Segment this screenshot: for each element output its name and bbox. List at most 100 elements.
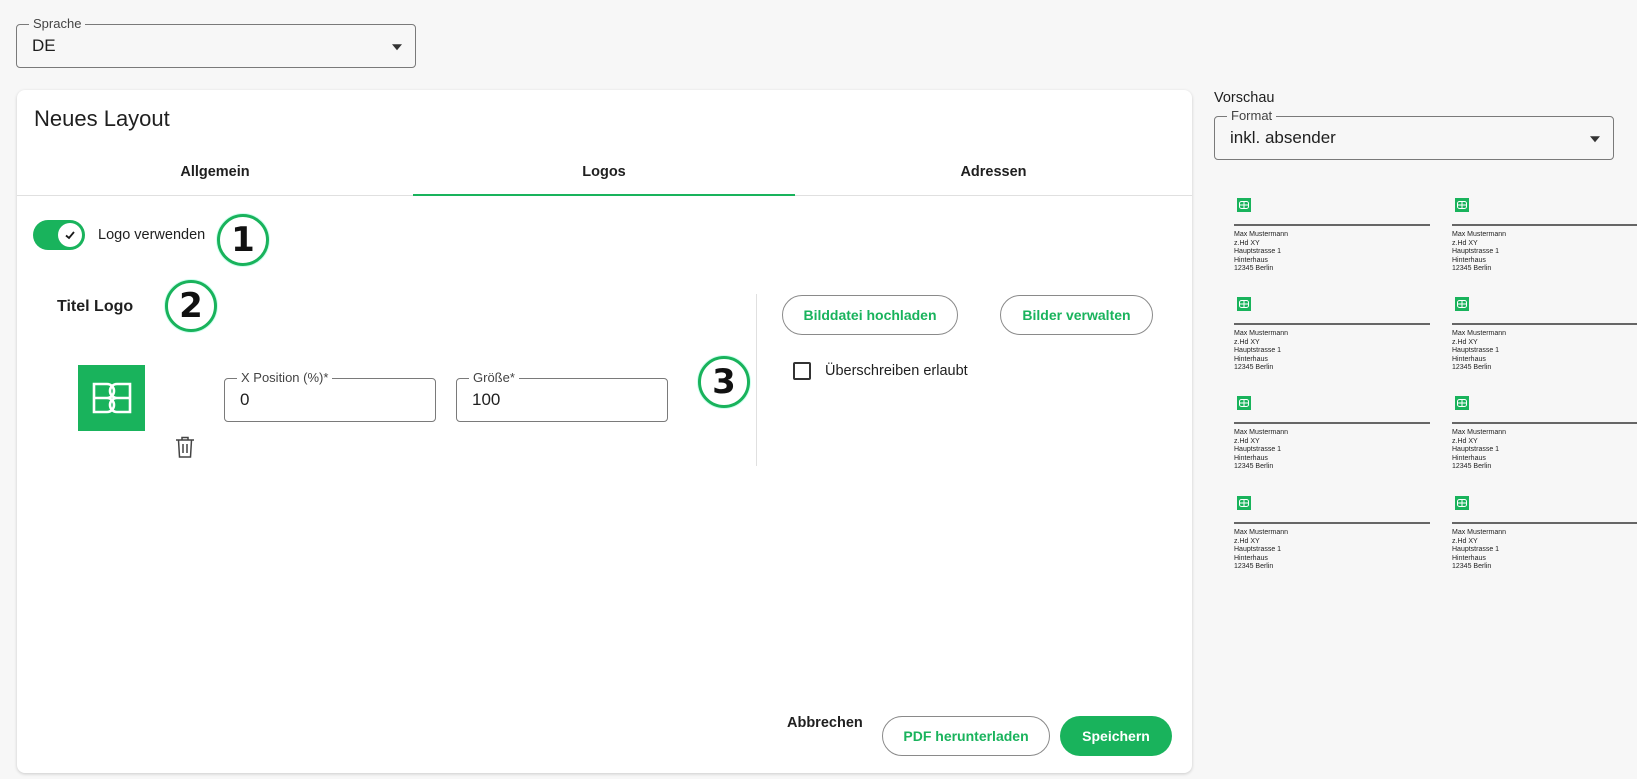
language-select[interactable]: Sprache DE bbox=[16, 16, 416, 68]
preview-address-line: Hinterhaus bbox=[1234, 256, 1268, 264]
preview-logo-icon bbox=[1237, 297, 1251, 311]
preview-address-line: 12345 Berlin bbox=[1234, 265, 1274, 273]
preview-address-line: Hinterhaus bbox=[1234, 454, 1268, 462]
preview-address-line: Max Mustermann bbox=[1234, 429, 1289, 436]
preview-address-line: 12345 Berlin bbox=[1452, 463, 1492, 471]
preview-address-line: z.Hd XY bbox=[1452, 239, 1478, 247]
preview-address-line: Max Mustermann bbox=[1234, 231, 1289, 238]
size-input[interactable]: Größe* 100 bbox=[456, 370, 668, 422]
preview-address-line: Max Mustermann bbox=[1452, 429, 1507, 436]
dropdown-caret-icon bbox=[392, 44, 402, 51]
preview-address: Max Mustermann z.Hd XY Hauptstrasse 1 Hinte… bbox=[1234, 429, 1288, 472]
preview-address-line: z.Hd XY bbox=[1234, 239, 1260, 247]
overwrite-label: Überschreiben erlaubt bbox=[825, 363, 968, 379]
preview-label-card: Max Mustermann z.Hd XY Hauptstrasse 1 Hinte… bbox=[1452, 496, 1637, 578]
preview-logo-icon bbox=[1455, 396, 1469, 410]
preview-address-line: 12345 Berlin bbox=[1234, 563, 1274, 571]
download-pdf-button[interactable]: PDF herunterladen bbox=[882, 716, 1050, 756]
delete-logo-button[interactable] bbox=[174, 435, 196, 459]
preview-logo-icon bbox=[1237, 198, 1251, 212]
preview-address-line: Hinterhaus bbox=[1234, 355, 1268, 363]
card-title: Neues Layout bbox=[34, 106, 170, 131]
preview-label: Vorschau bbox=[1214, 90, 1275, 106]
logo-thumbnail bbox=[78, 365, 145, 431]
preview-address-line: Hauptstrasse 1 bbox=[1452, 248, 1500, 256]
preview-address-line: Hinterhaus bbox=[1234, 554, 1268, 562]
preview-label-card: Max Mustermann z.Hd XY Hauptstrasse 1 Hinte… bbox=[1452, 297, 1637, 387]
preview-address-line: Hauptstrasse 1 bbox=[1452, 347, 1500, 355]
preview-logo-icon bbox=[1455, 297, 1469, 311]
overwrite-checkbox[interactable] bbox=[793, 362, 811, 380]
preview-label-card: Max Mustermann z.Hd XY Hauptstrasse 1 Hinte… bbox=[1452, 396, 1637, 486]
preview-address-line: z.Hd XY bbox=[1452, 437, 1478, 445]
annotation-badge-3: 3 bbox=[698, 356, 750, 408]
preview-logo-icon bbox=[1237, 496, 1251, 510]
preview-address-line: Hauptstrasse 1 bbox=[1452, 446, 1500, 454]
preview-divider bbox=[1234, 522, 1430, 524]
preview-address-line: 12345 Berlin bbox=[1452, 563, 1492, 571]
language-select-label: Sprache bbox=[29, 16, 86, 32]
preview-address-line: Hinterhaus bbox=[1452, 256, 1486, 264]
save-button[interactable]: Speichern bbox=[1060, 716, 1172, 756]
preview-address-line: Max Mustermann bbox=[1452, 330, 1507, 337]
preview-divider bbox=[1234, 422, 1430, 424]
preview-address-line: 12345 Berlin bbox=[1452, 364, 1492, 372]
preview-label-card: Max Mustermann z.Hd XY Hauptstrasse 1 Hinte… bbox=[1234, 297, 1430, 387]
preview-address-line: z.Hd XY bbox=[1452, 338, 1478, 346]
vertical-divider bbox=[756, 294, 757, 466]
preview-address-line: Hauptstrasse 1 bbox=[1234, 446, 1282, 454]
language-select-value: DE bbox=[32, 36, 56, 55]
preview-divider bbox=[1234, 323, 1430, 325]
section-title: Titel Logo bbox=[57, 298, 134, 315]
preview-address: Max Mustermann z.Hd XY Hauptstrasse 1 Hinte… bbox=[1452, 231, 1506, 274]
upload-image-button[interactable]: Bilddatei hochladen bbox=[782, 295, 958, 335]
preview-divider bbox=[1234, 224, 1430, 226]
tab-adressen[interactable]: Adressen bbox=[795, 150, 1192, 195]
preview-address: Max Mustermann z.Hd XY Hauptstrasse 1 Hinte… bbox=[1452, 330, 1506, 373]
preview-address: Max Mustermann z.Hd XY Hauptstrasse 1 Hinte… bbox=[1452, 429, 1506, 472]
preview-address-line: Hinterhaus bbox=[1452, 454, 1486, 462]
tab-logos[interactable]: Logos bbox=[413, 150, 795, 196]
preview-address: Max Mustermann z.Hd XY Hauptstrasse 1 Hinte… bbox=[1234, 330, 1288, 373]
use-logo-label: Logo verwenden bbox=[98, 227, 206, 243]
preview-address-line: 12345 Berlin bbox=[1452, 265, 1492, 273]
logo-mark-icon bbox=[92, 382, 131, 414]
use-logo-toggle[interactable] bbox=[33, 220, 85, 250]
layout-card: Neues Layout Allgemein Logos Adressen Lo… bbox=[17, 90, 1192, 773]
preview-address-line: Max Mustermann bbox=[1234, 529, 1289, 536]
preview-address: Max Mustermann z.Hd XY Hauptstrasse 1 Hinte… bbox=[1452, 529, 1506, 572]
preview-divider bbox=[1452, 323, 1637, 325]
preview-address-line: z.Hd XY bbox=[1234, 537, 1260, 545]
x-position-label: X Position (%)* bbox=[237, 370, 333, 386]
cancel-button[interactable]: Abbrechen bbox=[787, 715, 863, 731]
preview-label-card: Max Mustermann z.Hd XY Hauptstrasse 1 Hinte… bbox=[1234, 496, 1430, 578]
preview-label-card: Max Mustermann z.Hd XY Hauptstrasse 1 Hinte… bbox=[1452, 198, 1637, 288]
preview-address-line: Max Mustermann bbox=[1234, 330, 1289, 337]
preview-address-line: z.Hd XY bbox=[1234, 338, 1260, 346]
format-select-value: inkl. absender bbox=[1230, 128, 1336, 147]
toggle-knob bbox=[58, 223, 82, 247]
preview-address: Max Mustermann z.Hd XY Hauptstrasse 1 Hinte… bbox=[1234, 529, 1288, 572]
preview-address-line: 12345 Berlin bbox=[1234, 364, 1274, 372]
preview-logo-icon bbox=[1237, 396, 1251, 410]
preview-divider bbox=[1452, 422, 1637, 424]
x-position-input[interactable]: X Position (%)* 0 bbox=[224, 370, 436, 422]
tab-bar: Allgemein Logos Adressen bbox=[17, 150, 1192, 196]
format-select-label: Format bbox=[1227, 108, 1277, 124]
preview-label-card: Max Mustermann z.Hd XY Hauptstrasse 1 Hinte… bbox=[1234, 198, 1430, 288]
x-position-value: 0 bbox=[240, 390, 250, 409]
preview-address: Max Mustermann z.Hd XY Hauptstrasse 1 Hinte… bbox=[1234, 231, 1288, 274]
preview-address-line: Hinterhaus bbox=[1452, 554, 1486, 562]
preview-address-line: Max Mustermann bbox=[1452, 529, 1507, 536]
format-select[interactable]: Format inkl. absender bbox=[1214, 108, 1614, 160]
annotation-badge-1: 1 bbox=[217, 214, 269, 266]
preview-address-line: Max Mustermann bbox=[1452, 231, 1507, 238]
annotation-badge-2: 2 bbox=[165, 280, 217, 332]
tab-allgemein[interactable]: Allgemein bbox=[17, 150, 413, 195]
preview-address-line: Hinterhaus bbox=[1452, 355, 1486, 363]
size-label: Größe* bbox=[469, 370, 519, 386]
check-icon bbox=[65, 231, 75, 240]
manage-images-button[interactable]: Bilder verwalten bbox=[1000, 295, 1153, 335]
preview-address-line: z.Hd XY bbox=[1452, 537, 1478, 545]
preview-logo-icon bbox=[1455, 198, 1469, 212]
